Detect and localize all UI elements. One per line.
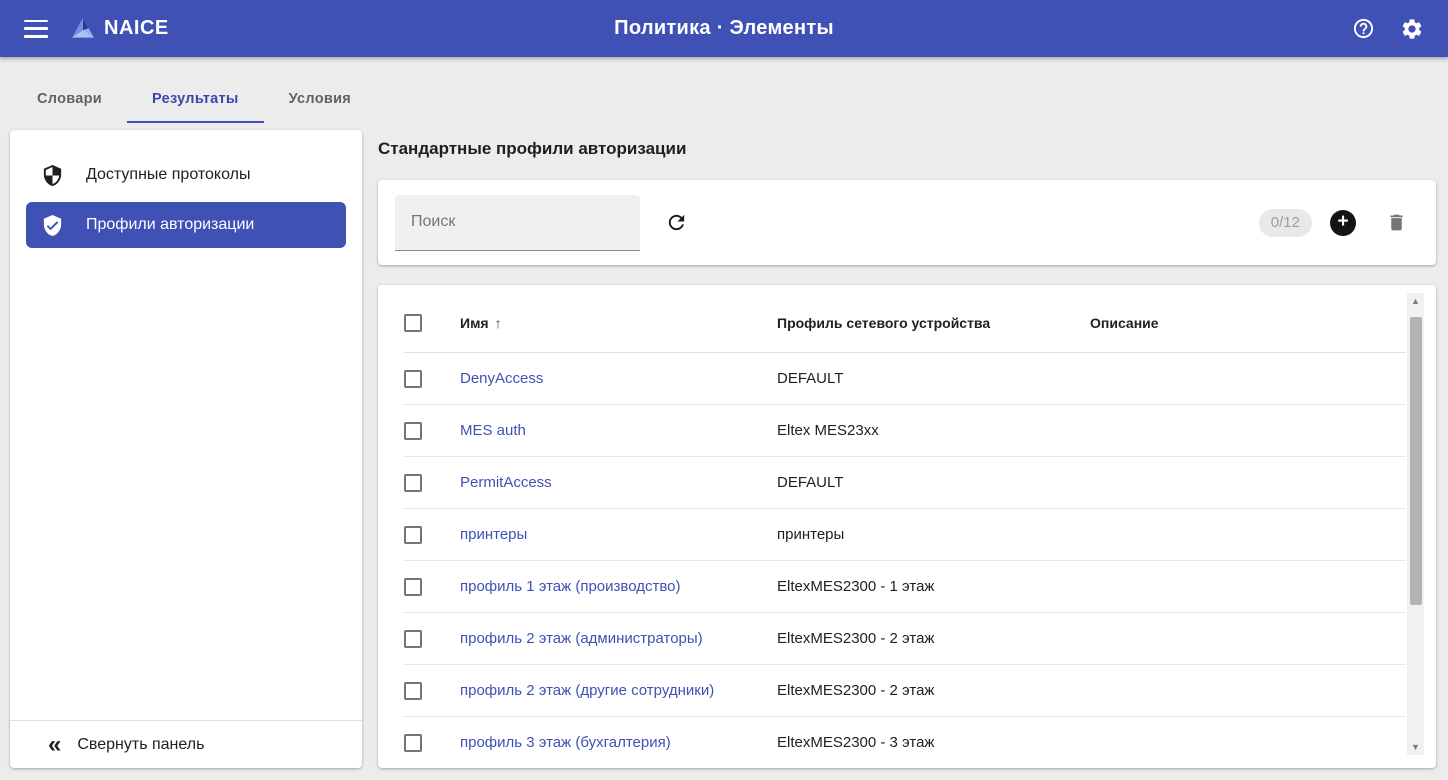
table-row: MES auth Eltex MES23xx (404, 405, 1406, 457)
profiles-table: Имя ↑ Профиль сетевого устройства Описан… (378, 285, 1436, 768)
profile-name-link[interactable]: профиль 2 этаж (другие сотрудники) (460, 682, 714, 699)
menu-icon[interactable] (24, 19, 48, 38)
tab-bar: Словари Результаты Условия (12, 57, 376, 123)
row-checkbox[interactable] (404, 369, 422, 388)
column-label: Профиль сетевого устройства (777, 314, 991, 331)
device-profile-text: EltexMES2300 - 2 этаж (777, 682, 935, 699)
row-checkbox[interactable] (404, 421, 422, 440)
device-profile-text: EltexMES2300 - 1 этаж (777, 578, 935, 595)
profile-name-link[interactable]: MES auth (460, 422, 526, 439)
section-heading: Стандартные профили авторизации (378, 139, 687, 158)
device-profile-text: DEFAULT (777, 370, 844, 387)
device-profile-text: DEFAULT (777, 474, 844, 491)
delete-trash-icon[interactable] (1384, 211, 1408, 235)
scroll-down-icon[interactable]: ▼ (1407, 739, 1424, 755)
device-profile-text: принтеры (777, 526, 845, 543)
help-icon[interactable] (1351, 17, 1375, 41)
profile-name-link[interactable]: принтеры (460, 526, 527, 543)
sort-ascending-icon: ↑ (494, 314, 502, 331)
row-checkbox[interactable] (404, 681, 422, 700)
table-row: профиль 1 этаж (производство) EltexMES230… (404, 561, 1406, 613)
tab-results[interactable]: Результаты (127, 77, 264, 123)
tab-dictionaries[interactable]: Словари (12, 77, 127, 123)
search-input[interactable] (395, 194, 640, 251)
row-checkbox[interactable] (404, 733, 422, 752)
add-button[interactable]: + (1330, 209, 1356, 236)
shield-check-icon (40, 213, 64, 237)
app-logo: NAICE (70, 16, 169, 42)
device-profile-text: EltexMES2300 - 2 этаж (777, 630, 935, 647)
app-name: NAICE (104, 17, 169, 39)
scrollbar-thumb[interactable] (1409, 317, 1422, 605)
device-profile-text: EltexMES2300 - 3 этаж (777, 734, 935, 751)
double-chevron-left-icon: « (48, 730, 61, 758)
refresh-icon[interactable] (664, 211, 688, 235)
table-scrollbar[interactable]: ▲ ▼ (1407, 293, 1424, 755)
tab-label: Словари (37, 91, 103, 107)
toolbar: 0/12 + (378, 180, 1436, 265)
page-title: Политика · Элементы (614, 17, 834, 39)
sidebar-item-label: Доступные протоколы (86, 166, 251, 183)
collapse-panel-button[interactable]: « Свернуть панель (10, 720, 362, 768)
table-row: профиль 2 этаж (другие сотрудники) EltexM… (404, 665, 1406, 717)
plus-icon: + (1337, 211, 1349, 232)
column-label: Имя (460, 314, 489, 331)
app-bar: NAICE Политика · Элементы (0, 0, 1448, 57)
select-all-checkbox[interactable] (404, 313, 422, 332)
scroll-up-icon[interactable]: ▲ (1407, 293, 1424, 309)
row-checkbox[interactable] (404, 577, 422, 596)
row-checkbox[interactable] (404, 473, 422, 492)
profile-name-link[interactable]: профиль 3 этаж (бухгалтерия) (460, 734, 671, 751)
settings-gear-icon[interactable] (1400, 17, 1424, 41)
selection-count-badge: 0/12 (1258, 208, 1312, 237)
sidebar-item-label: Профили авторизации (86, 216, 255, 233)
column-header-name[interactable]: Имя ↑ (460, 315, 777, 331)
profile-name-link[interactable]: профиль 1 этаж (производство) (460, 578, 680, 595)
table-row: профиль 2 этаж (администраторы) EltexMES2… (404, 613, 1406, 665)
table-row: DenyAccess DEFAULT (404, 353, 1406, 405)
shield-icon (40, 163, 64, 187)
sidebar: Доступные протоколы Профили авторизации … (10, 130, 362, 768)
sidebar-item-authorization-profiles[interactable]: Профили авторизации (26, 202, 346, 248)
column-header-device-profile[interactable]: Профиль сетевого устройства (777, 315, 1090, 331)
tab-label: Условия (288, 91, 352, 107)
column-header-description[interactable]: Описание (1090, 315, 1406, 331)
column-label: Описание (1090, 314, 1159, 331)
sidebar-item-available-protocols[interactable]: Доступные протоколы (26, 152, 346, 198)
table-row: принтеры принтеры (404, 509, 1406, 561)
table-row: PermitAccess DEFAULT (404, 457, 1406, 509)
device-profile-text: Eltex MES23xx (777, 422, 879, 439)
profile-name-link[interactable]: профиль 2 этаж (администраторы) (460, 630, 703, 647)
logo-triangle-icon (72, 17, 94, 38)
table-body: DenyAccess DEFAULT MES auth Eltex MES23xx Pe… (404, 353, 1406, 768)
tab-label: Результаты (152, 91, 239, 107)
profile-name-link[interactable]: DenyAccess (460, 370, 543, 387)
table-row: профиль 3 этаж (бухгалтерия) EltexMES2300… (404, 717, 1406, 768)
table-header-row: Имя ↑ Профиль сетевого устройства Описан… (404, 293, 1406, 353)
row-checkbox[interactable] (404, 525, 422, 544)
collapse-panel-label: Свернуть панель (77, 735, 205, 753)
profile-name-link[interactable]: PermitAccess (460, 474, 552, 491)
row-checkbox[interactable] (404, 629, 422, 648)
tab-conditions[interactable]: Условия (264, 77, 376, 123)
